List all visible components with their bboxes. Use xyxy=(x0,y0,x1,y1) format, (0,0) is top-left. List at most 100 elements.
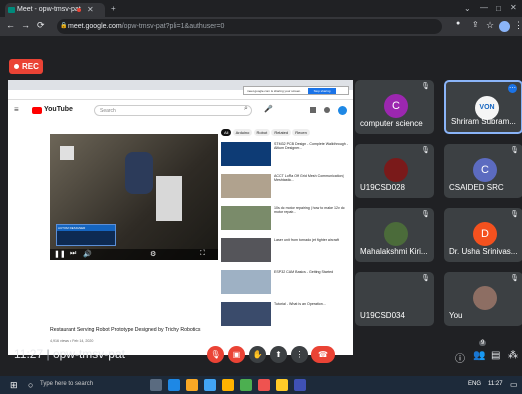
lock-icon: 🔒 xyxy=(60,23,68,29)
suggestion-item[interactable]: Laser unit from tornado jet fighter airc… xyxy=(221,238,351,264)
language-indicator[interactable]: ENG xyxy=(468,381,481,387)
taskbar-search[interactable]: Type here to search xyxy=(40,381,93,387)
forward-icon[interactable]: → xyxy=(21,20,30,30)
participant-tile[interactable]: 🎙 C computer science xyxy=(355,80,434,134)
thumbnail xyxy=(221,302,271,326)
app-icon[interactable] xyxy=(240,379,252,391)
suggestion-item[interactable]: STM32 PCB Design - Complete Walkthrough … xyxy=(221,142,351,168)
meeting-details: 11:27 | opw-tmsv-pat xyxy=(14,347,125,361)
avatar xyxy=(384,222,408,246)
participant-tile[interactable]: 🎙 D Dr. Usha Srinivas... xyxy=(444,208,522,262)
edge-icon[interactable] xyxy=(168,379,180,391)
participant-tile[interactable]: 🎙 U19CSD034 xyxy=(355,272,434,326)
info-icon[interactable]: ⓘ xyxy=(455,350,465,365)
youtube-header: ≡ YouTube Search ⌕ 🎤 xyxy=(8,102,353,118)
mic-off-icon: 🎙 xyxy=(510,147,519,154)
activities-icon[interactable]: ⁂ xyxy=(508,350,518,361)
minimize-icon[interactable]: — xyxy=(480,3,488,12)
chip[interactable]: Related xyxy=(271,129,292,136)
chip[interactable]: Robot xyxy=(253,129,271,136)
reload-icon[interactable]: ⟳ xyxy=(37,20,45,31)
settings-icon[interactable]: ⚙ xyxy=(150,250,156,258)
clock[interactable]: 11:27 xyxy=(488,381,503,387)
thumbnail xyxy=(221,174,271,198)
mic-off-icon: 🎙 xyxy=(421,211,430,218)
raise-hand-button[interactable]: ✋ xyxy=(249,346,266,363)
browser-tab-meet[interactable]: Meet - opw-tmsv-pat ✕ xyxy=(5,3,105,17)
notification-icon[interactable]: ▭ xyxy=(510,380,518,389)
app-icon[interactable] xyxy=(258,379,270,391)
taskview-icon[interactable] xyxy=(150,379,162,391)
meeting-code: opw-tmsv-pat xyxy=(52,347,125,361)
volume-icon[interactable]: 🔊 xyxy=(83,250,92,258)
chip[interactable]: Recen xyxy=(292,129,310,136)
bookmark-star-icon[interactable]: ☆ xyxy=(486,20,494,31)
suggestion-title: 10s dc motor repairing | how to make 12v… xyxy=(274,206,345,215)
stop-sharing-button[interactable]: Stop sharing xyxy=(308,88,336,94)
suggestion-item[interactable]: ESP32 CAM Basics - Getting Started xyxy=(221,270,351,296)
more-options-button[interactable]: ⋮ xyxy=(291,346,308,363)
avatar xyxy=(384,158,408,182)
close-window-icon[interactable]: ✕ xyxy=(510,3,517,12)
people-icon[interactable]: 👥 xyxy=(473,350,485,361)
app-icon[interactable] xyxy=(294,379,306,391)
next-icon[interactable]: ⏭ xyxy=(70,250,76,258)
youtube-logo-icon xyxy=(32,107,42,114)
file-explorer-icon[interactable] xyxy=(186,379,198,391)
profile-avatar[interactable] xyxy=(499,21,510,32)
mic-toggle-button[interactable]: 🎙 xyxy=(207,346,224,363)
speaking-icon: ⋯ xyxy=(508,84,517,93)
thumbnail xyxy=(221,270,271,294)
participant-tile[interactable]: ⋯ VON Shriram Subram... xyxy=(444,80,522,134)
video-player[interactable]: AUTOM DESIGNER ❚❚ ⏭ 🔊 ⚙ ⛶ xyxy=(50,134,218,260)
notifications-icon[interactable] xyxy=(324,107,330,113)
mic-off-icon: 🎙 xyxy=(510,211,519,218)
mic-off-icon: 🎙 xyxy=(421,275,430,282)
youtube-search-input[interactable]: Search xyxy=(94,105,252,116)
camera-toggle-button[interactable]: ▣ xyxy=(228,346,245,363)
chip[interactable]: Arduino xyxy=(232,129,253,136)
search-icon[interactable]: ⌕ xyxy=(244,105,248,113)
filter-chips: All Arduino Robot Related Recen xyxy=(221,129,351,140)
share-page-icon[interactable]: ⇪ xyxy=(472,20,479,29)
end-card[interactable]: AUTOM DESIGNER xyxy=(56,224,116,246)
leave-call-button[interactable]: ☎ xyxy=(311,346,335,363)
chevron-down-icon[interactable]: ⌄ xyxy=(464,4,471,13)
present-button[interactable]: ⬆ xyxy=(270,346,287,363)
search-icon[interactable]: ○ xyxy=(28,380,33,390)
suggestion-item[interactable]: 10s dc motor repairing | how to make 12v… xyxy=(221,206,351,232)
suggestion-item[interactable]: Tutorial - What is an Operation... xyxy=(221,302,351,328)
recording-dot-icon xyxy=(77,8,81,12)
account-avatar[interactable] xyxy=(338,106,347,115)
youtube-logo-text: YouTube xyxy=(44,106,73,113)
suggestion-item[interactable]: ACCT LoRa Off Grid Mesh Communication| M… xyxy=(221,174,351,200)
participant-name: computer science xyxy=(360,119,423,128)
store-icon[interactable] xyxy=(204,379,216,391)
chip[interactable]: All xyxy=(221,129,232,136)
create-icon[interactable] xyxy=(310,107,316,113)
chrome-icon[interactable] xyxy=(276,379,288,391)
participant-tile[interactable]: 🎙 U19CSD028 xyxy=(355,144,434,198)
menu-dots-icon[interactable]: ⋮ xyxy=(514,20,522,31)
close-tab-icon[interactable]: ✕ xyxy=(87,3,94,17)
avatar: D xyxy=(473,222,497,246)
fullscreen-icon[interactable]: ⛶ xyxy=(200,250,205,258)
back-icon[interactable]: ← xyxy=(6,20,15,30)
pause-icon[interactable]: ❚❚ xyxy=(54,250,66,258)
video-info: 4,916 views • Feb 14, 2020 xyxy=(50,339,94,343)
participant-tile[interactable]: 🎙 You xyxy=(444,272,522,326)
hamburger-icon[interactable]: ≡ xyxy=(14,105,19,114)
participant-tile[interactable]: 🎙 Mahalakshmi Kiri... xyxy=(355,208,434,262)
mic-icon[interactable]: 🎤 xyxy=(264,105,273,113)
separator: | xyxy=(46,347,50,361)
camera-icon[interactable]: ● xyxy=(456,20,460,27)
address-bar[interactable]: 🔒 meet.google.com/opw-tmsv-pat?pli=1&aut… xyxy=(57,19,442,34)
maximize-icon[interactable]: □ xyxy=(496,4,501,13)
participant-tile[interactable]: 🎙 C CSAIDED SRC xyxy=(444,144,522,198)
new-tab-icon[interactable]: + xyxy=(111,4,116,13)
folder-icon[interactable] xyxy=(222,379,234,391)
browser-tab-bar: Meet - opw-tmsv-pat ✕ + ⌄ — □ ✕ xyxy=(0,0,522,17)
robot-prototype xyxy=(156,176,182,221)
chat-icon[interactable]: ▤ xyxy=(491,350,500,361)
windows-start-icon[interactable]: ⊞ xyxy=(10,380,18,391)
